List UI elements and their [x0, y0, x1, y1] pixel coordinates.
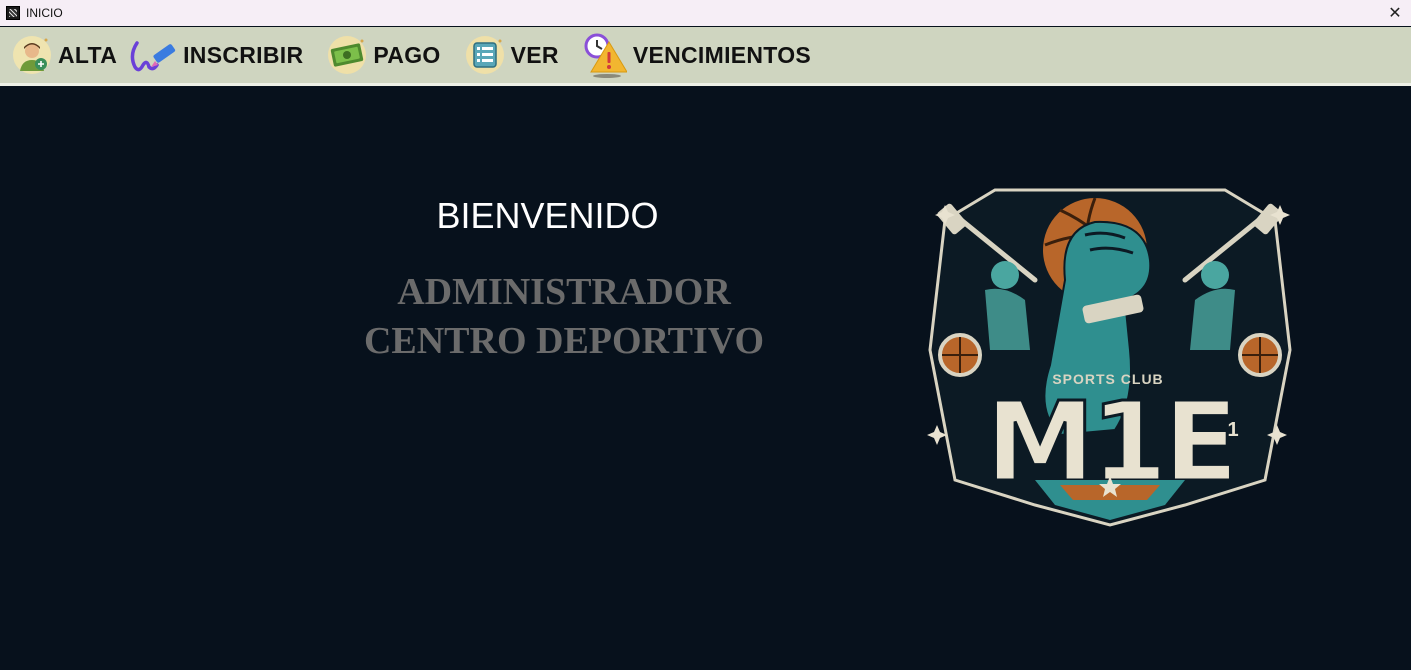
window-title: INICIO: [26, 6, 63, 20]
club-number: 1: [1227, 419, 1238, 441]
sports-club-logo: SPORTS CLUB M1E 1: [885, 150, 1335, 550]
money-icon: [328, 36, 367, 74]
admin-subtitle: ADMINISTRADOR CENTRO DEPORTIVO: [300, 268, 828, 366]
menu-item-label: VENCIMIENTOS: [632, 41, 812, 68]
subtitle-line-2: CENTRO DEPORTIVO: [363, 320, 765, 362]
user-add-icon: [13, 36, 51, 74]
logo-graphic: SPORTS CLUB M1E 1: [885, 150, 1335, 550]
menu-item-ver[interactable]: VER: [465, 27, 559, 83]
clock-warning-icon: [584, 33, 627, 78]
menu-item-vencimientos[interactable]: VENCIMIENTOS: [583, 27, 811, 83]
menu-item-label: INSCRIBIR: [183, 41, 304, 68]
menu-item-label: VER: [510, 41, 559, 68]
subtitle-line-1: ADMINISTRADOR: [397, 271, 731, 313]
menu-item-label: ALTA: [58, 41, 118, 68]
app-icon: [6, 6, 20, 20]
menu-bar: ALTA INSCRIBIR PAGO VER VENCIMIENTOS: [0, 27, 1411, 86]
close-button[interactable]: ✕: [1385, 3, 1405, 23]
window-titlebar: INICIO ✕: [0, 0, 1411, 26]
menu-item-inscribir[interactable]: INSCRIBIR: [127, 27, 303, 83]
menu-item-alta[interactable]: ALTA: [12, 27, 117, 83]
list-view-icon: [465, 36, 504, 74]
signature-pen-icon: [130, 41, 176, 72]
menu-item-label: PAGO: [373, 41, 441, 68]
menu-item-pago[interactable]: PAGO: [327, 27, 440, 83]
